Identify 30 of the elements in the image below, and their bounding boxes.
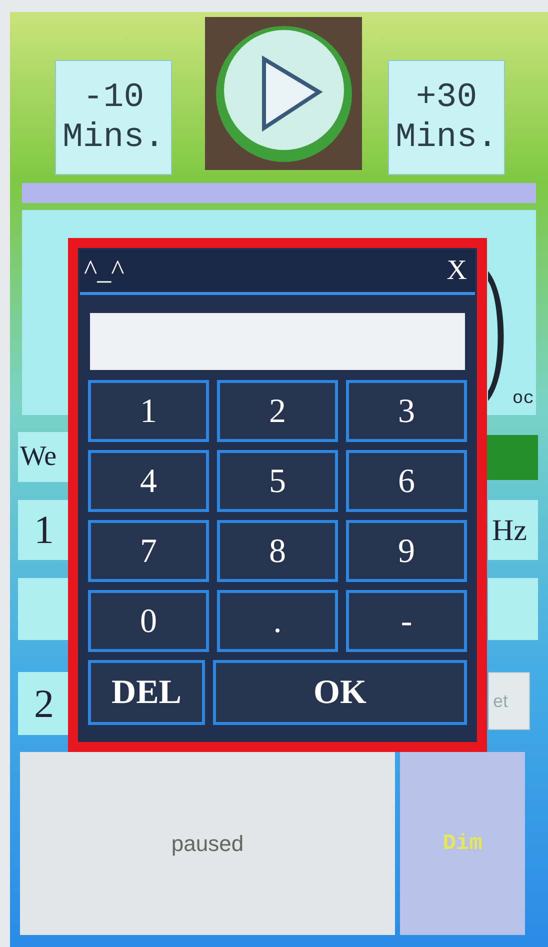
keypad-key[interactable]: 5: [217, 450, 338, 512]
keypad-key[interactable]: 2: [217, 380, 338, 442]
value-field: [18, 578, 68, 640]
row-label: 1: [18, 500, 68, 560]
keypad-key[interactable]: 9: [346, 520, 467, 582]
value-field: [488, 578, 538, 640]
keypad-key[interactable]: OK: [213, 660, 467, 725]
keypad-key[interactable]: 1: [88, 380, 209, 442]
keypad-key[interactable]: -: [346, 590, 467, 652]
play-button[interactable]: [205, 17, 362, 170]
status-panel: paused: [20, 752, 395, 935]
time-button[interactable]: -10 Mins.: [55, 60, 172, 175]
keypad-key[interactable]: DEL: [88, 660, 205, 725]
keypad-key[interactable]: 8: [217, 520, 338, 582]
unit-label: oc: [512, 388, 534, 411]
keypad-key[interactable]: 3: [346, 380, 467, 442]
keypad-key[interactable]: 6: [346, 450, 467, 512]
time-button[interactable]: +30 Mins.: [388, 60, 505, 175]
row-label: We: [18, 432, 68, 482]
input-field[interactable]: [90, 313, 465, 370]
row-label: 2: [18, 672, 68, 735]
close-button[interactable]: X: [442, 250, 471, 292]
unit-label: Hz: [488, 500, 538, 560]
play-icon: [214, 24, 354, 164]
keypad-key[interactable]: 7: [88, 520, 209, 582]
keypad-key[interactable]: 0: [88, 590, 209, 652]
keypad-key[interactable]: .: [217, 590, 338, 652]
keypad-title: ^_^: [84, 254, 124, 288]
gauge-arc-icon: [488, 271, 504, 401]
keypad-key[interactable]: 4: [88, 450, 209, 512]
